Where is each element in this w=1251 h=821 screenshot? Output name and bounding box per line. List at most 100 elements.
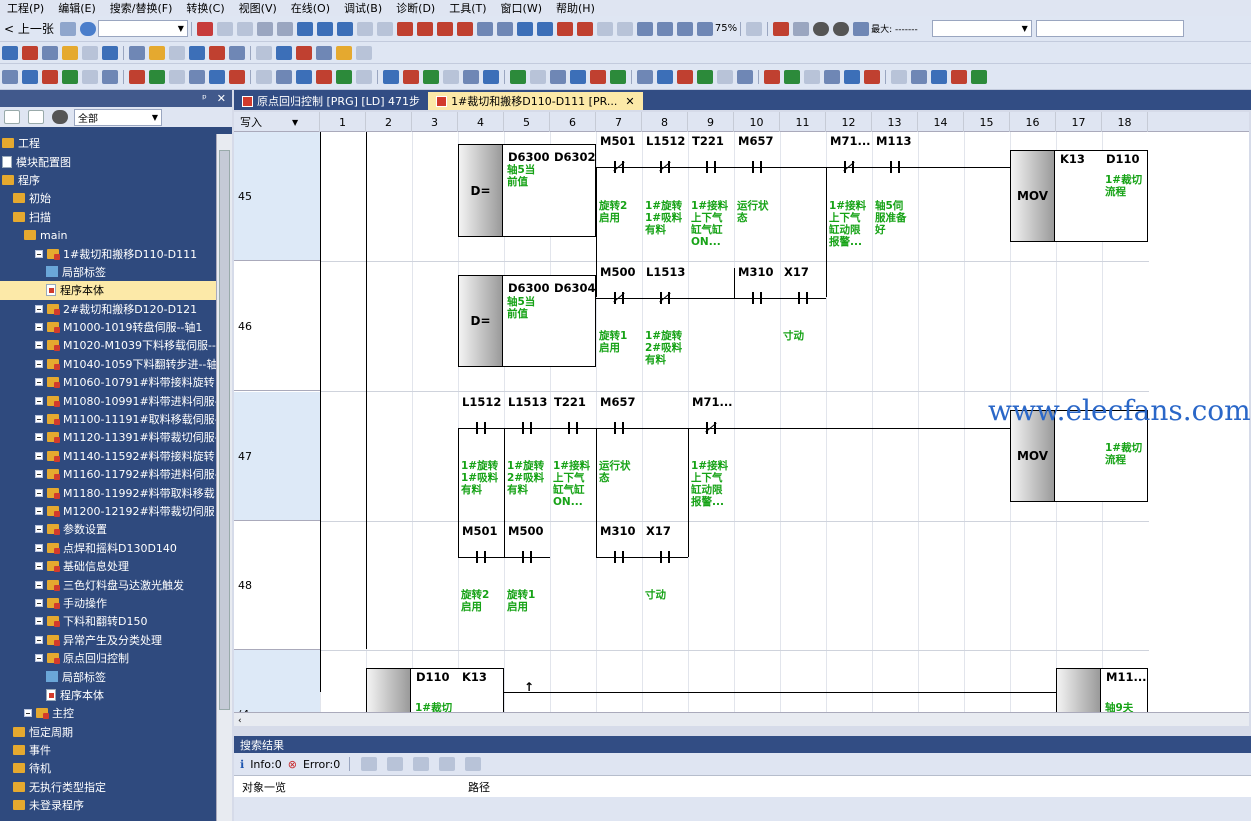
write-plc-icon[interactable]: [396, 21, 413, 36]
convert-icon[interactable]: [516, 21, 533, 36]
copy-icon[interactable]: [216, 21, 233, 36]
jump-icon[interactable]: [387, 757, 404, 771]
ladder-symbol-icon[interactable]: [971, 69, 987, 84]
expand-icon[interactable]: [35, 488, 43, 497]
ladder-symbol-icon[interactable]: [2, 69, 18, 84]
expand-icon[interactable]: [35, 249, 43, 258]
ladder-symbol-icon[interactable]: [129, 69, 145, 84]
ladder-hscrollbar[interactable]: ‹: [234, 712, 1249, 726]
step-number[interactable]: (4: [234, 650, 320, 712]
monitor-icon[interactable]: [356, 21, 373, 36]
jump-icon[interactable]: [361, 757, 378, 771]
tree-item[interactable]: 参数设置: [0, 520, 216, 538]
expand-icon[interactable]: [35, 378, 43, 387]
tree-item[interactable]: 2#裁切和搬移D120-D121: [0, 300, 216, 318]
ladder-symbol-icon[interactable]: [102, 45, 118, 60]
ladder-symbol-icon[interactable]: [737, 69, 753, 84]
tree-item[interactable]: 初始: [0, 189, 216, 207]
help-icon[interactable]: [79, 21, 96, 36]
tree-item[interactable]: M1040-1059下料翻转步进--轴: [0, 355, 216, 373]
tree-item[interactable]: M1000-1019转盘伺服--轴1: [0, 318, 216, 336]
tree-item[interactable]: M1100-11191#取料移载伺服-: [0, 410, 216, 428]
ladder-symbol-icon[interactable]: [209, 45, 225, 60]
tree-item[interactable]: 未登录程序: [0, 796, 216, 814]
filter-select[interactable]: 全部 ▼: [74, 108, 162, 126]
tree-item[interactable]: M1160-11792#料带进料伺服-: [0, 465, 216, 483]
ladder-tool-icon[interactable]: [316, 21, 333, 36]
write-mode-label[interactable]: 写入 ▼: [234, 112, 320, 132]
tree-item[interactable]: 扫描: [0, 208, 216, 226]
ladder-tool-icon[interactable]: [296, 21, 313, 36]
scan-combo[interactable]: ▼: [931, 20, 1032, 37]
tree-item[interactable]: 恒定周期: [0, 723, 216, 741]
menu-item[interactable]: 搜索/替换(F): [103, 0, 180, 16]
ladder-symbol-icon[interactable]: [931, 69, 947, 84]
tree-item[interactable]: 程序本体: [0, 281, 216, 300]
ladder-symbol-icon[interactable]: [951, 69, 967, 84]
ladder-symbol-icon[interactable]: [403, 69, 419, 84]
tree-item[interactable]: 1#裁切和搬移D110-D111: [0, 244, 216, 262]
tree-item[interactable]: 模块配置图: [0, 152, 216, 170]
ladder-symbol-icon[interactable]: [129, 45, 145, 60]
tree-item[interactable]: 手动操作: [0, 594, 216, 612]
ladder-symbol-icon[interactable]: [276, 69, 292, 84]
expand-icon[interactable]: [35, 654, 43, 663]
expand-icon[interactable]: [35, 433, 43, 442]
ladder-symbol-icon[interactable]: [637, 69, 653, 84]
ladder-symbol-icon[interactable]: [804, 69, 820, 84]
ladder-symbol-icon[interactable]: [102, 69, 118, 84]
ladder-symbol-icon[interactable]: [256, 45, 272, 60]
ladder-symbol-icon[interactable]: [256, 69, 272, 84]
cut-icon[interactable]: [196, 21, 213, 36]
ladder-symbol-icon[interactable]: [677, 69, 693, 84]
check-icon[interactable]: [833, 21, 850, 36]
tree-item[interactable]: M1080-10991#料带进料伺服-: [0, 391, 216, 409]
ladder-tool-icon[interactable]: [336, 21, 353, 36]
redo-icon[interactable]: [276, 21, 293, 36]
ladder-symbol-icon[interactable]: [296, 69, 312, 84]
ladder-symbol-icon[interactable]: [316, 45, 332, 60]
ladder-symbol-icon[interactable]: [383, 69, 399, 84]
online-icon[interactable]: [556, 21, 573, 36]
tree-item[interactable]: 事件: [0, 741, 216, 759]
info-filter[interactable]: Info:0: [250, 758, 282, 771]
tab-cut-move[interactable]: 1#裁切和搬移D110-D111 [PR... ✕: [428, 92, 643, 110]
close-icon[interactable]: ✕: [217, 92, 226, 105]
zoom-out-icon[interactable]: [676, 21, 693, 36]
ladder-symbol-icon[interactable]: [824, 69, 840, 84]
expand-icon[interactable]: [35, 580, 43, 589]
tree-item[interactable]: 程序本体: [0, 686, 216, 704]
expand-icon[interactable]: [35, 562, 43, 571]
tree-item[interactable]: 主控: [0, 704, 216, 722]
expand-icon[interactable]: [35, 415, 43, 424]
tree-item[interactable]: 局部标签: [0, 263, 216, 281]
expand-icon[interactable]: [24, 709, 32, 718]
monitor-icon[interactable]: [376, 21, 393, 36]
zoom-combo-icon[interactable]: [746, 21, 763, 36]
monitor-start-icon[interactable]: [636, 21, 653, 36]
ladder-symbol-icon[interactable]: [42, 69, 58, 84]
back-button[interactable]: < 上一张: [0, 19, 58, 39]
online-icon[interactable]: [576, 21, 593, 36]
ladder-symbol-icon[interactable]: [276, 45, 292, 60]
cross-ref-icon[interactable]: [616, 21, 633, 36]
sort-icon[interactable]: [28, 110, 44, 124]
expand-icon[interactable]: [35, 598, 43, 607]
step-number[interactable]: 48: [234, 521, 320, 650]
column-objects[interactable]: 对象一览: [234, 779, 464, 795]
filter-icon[interactable]: [465, 757, 482, 771]
ladder-symbol-icon[interactable]: [169, 45, 185, 60]
ladder-symbol-icon[interactable]: [189, 69, 205, 84]
tree-scrollbar[interactable]: [216, 134, 232, 821]
ladder-symbol-icon[interactable]: [82, 45, 98, 60]
ladder-symbol-icon[interactable]: [229, 45, 245, 60]
tree-item[interactable]: M1020-M1039下料移载伺服--: [0, 336, 216, 354]
error-filter[interactable]: Error:0: [303, 758, 340, 771]
ladder-symbol-icon[interactable]: [463, 69, 479, 84]
ladder-symbol-icon[interactable]: [62, 45, 78, 60]
device-icon[interactable]: [476, 21, 493, 36]
tree-item[interactable]: 无执行类型指定: [0, 778, 216, 796]
step-number[interactable]: 47: [234, 392, 320, 521]
verify-icon[interactable]: [436, 21, 453, 36]
ladder-symbol-icon[interactable]: [483, 69, 499, 84]
